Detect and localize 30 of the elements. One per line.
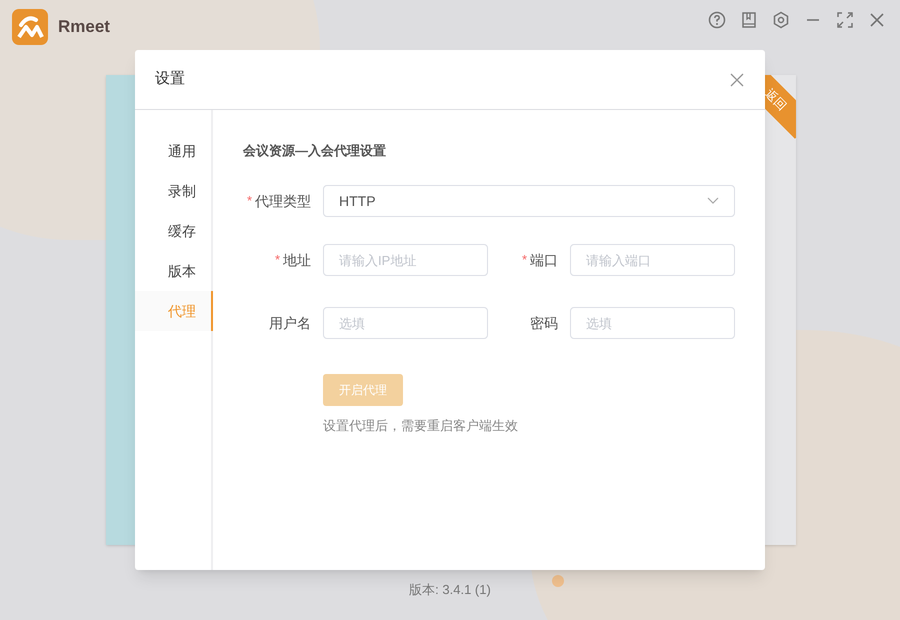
book-icon[interactable]: [740, 11, 758, 29]
input-field[interactable]: 请输入IP地址: [323, 244, 488, 276]
app-logo-icon: [12, 9, 48, 45]
field-label: 代理类型: [255, 192, 311, 210]
settings-icon[interactable]: [772, 11, 790, 29]
sidebar-tab[interactable]: 缓存: [135, 211, 211, 251]
version-label: 版本: 3.4.1 (1): [409, 581, 491, 599]
app-name: Rmeet: [58, 16, 110, 38]
section-title: 会议资源—入会代理设置: [243, 142, 387, 160]
fullscreen-icon[interactable]: [836, 11, 854, 29]
sidebar-tab[interactable]: 版本: [135, 251, 211, 291]
field-label: 端口: [530, 250, 558, 270]
sidebar-tab[interactable]: 录制: [135, 171, 211, 211]
input-field[interactable]: 选填: [570, 307, 735, 339]
close-icon[interactable]: [730, 72, 744, 86]
dialog-title: 设置: [155, 69, 185, 90]
required-mark: *: [274, 251, 280, 270]
required-mark: *: [522, 251, 527, 270]
close-icon[interactable]: [868, 11, 886, 29]
input-field[interactable]: 请输入端口: [570, 244, 735, 276]
field-label: 用户名: [269, 314, 311, 332]
field-label: 地址: [283, 250, 311, 270]
input-field[interactable]: 选填: [323, 307, 488, 339]
sidebar-tab[interactable]: 通用: [135, 131, 211, 171]
proxy-type-select[interactable]: HTTP: [323, 185, 735, 217]
required-mark: *: [246, 192, 252, 210]
help-icon[interactable]: [708, 11, 726, 29]
chevron-down-icon: [707, 197, 719, 205]
field-label: 密码: [530, 314, 558, 332]
proxy-note: 设置代理后，需要重启客户端生效: [323, 417, 519, 435]
